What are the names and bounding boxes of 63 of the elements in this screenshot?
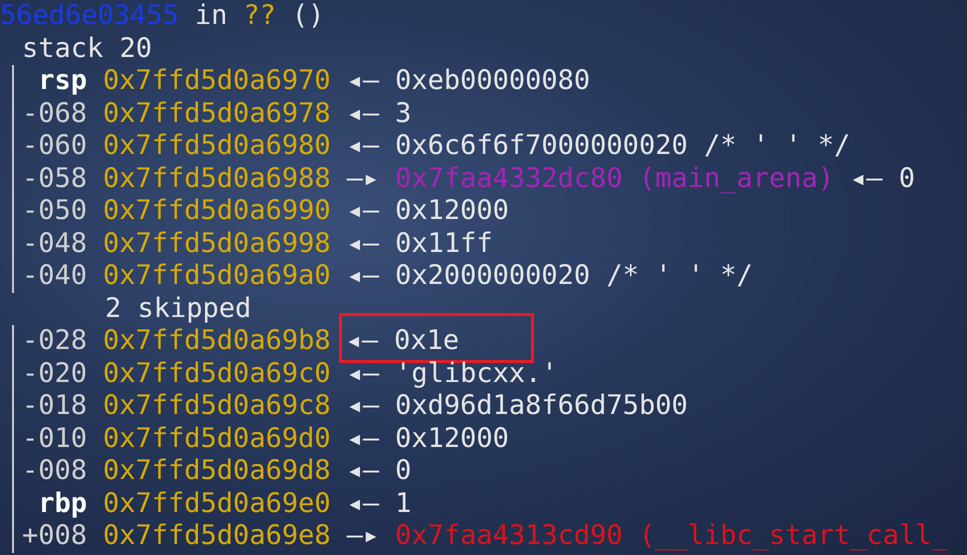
pointer-arrow: ◂—: [346, 358, 380, 390]
stack-value: ◂— 0: [850, 162, 916, 195]
stack-offset: -008: [22, 455, 88, 488]
stack-address: 0x7ffd5d0a69c8: [103, 390, 331, 422]
stack-offset: -060: [22, 130, 88, 162]
stack-value: 0xeb00000080: [395, 65, 590, 98]
stack-offset: -020: [22, 358, 88, 390]
stack-offset: -040: [22, 260, 88, 292]
pointer-arrow: ◂—: [346, 195, 380, 228]
stack-value: 0x6c6f6f7000000020 /* ' ' */: [395, 130, 850, 162]
stack-value: 0x12000: [395, 195, 509, 228]
stack-address: 0x7ffd5d0a69d0: [103, 422, 331, 455]
stack-address: 0x7ffd5d0a6978: [103, 98, 331, 130]
stack-address: 0x7ffd5d0a69e0: [103, 488, 331, 520]
stack-value: 0x2000000020 /* ' ' */: [395, 260, 753, 292]
stack-address: 0x7ffd5d0a69e8: [103, 520, 331, 552]
stack-address: 0x7ffd5d0a6980: [103, 130, 331, 162]
frame-text: in: [194, 0, 228, 32]
pointer-arrow: ◂—: [346, 422, 380, 455]
skipped-note: 2 skipped: [105, 292, 252, 325]
stack-address: 0x7ffd5d0a6988: [103, 162, 331, 195]
stack-offset: -058: [22, 162, 88, 195]
stack-offset: -018: [22, 390, 88, 422]
pointer-arrow: ◂—: [346, 390, 380, 422]
stack-value: 0x7faa4332dc80 (main_arena): [395, 162, 834, 195]
stack-address: 0x7ffd5d0a6970: [103, 65, 331, 98]
stack-offset: -048: [22, 228, 88, 260]
stack-offset: rbp: [37, 488, 88, 520]
stack-address: 0x7ffd5d0a6998: [103, 228, 331, 260]
stack-value: 'glibcxx.': [395, 358, 558, 390]
pointer-arrow: —▸: [346, 520, 380, 552]
stack-value: 1: [395, 488, 412, 520]
stack-offset: +008: [22, 520, 88, 552]
stack-value: 3: [395, 98, 412, 130]
stack-value: 0x7faa4313cd90 (__libc_start_call_: [395, 520, 948, 552]
frame-text: 56ed6e03455: [0, 0, 179, 32]
stack-value: 0x12000: [395, 422, 509, 455]
stack-address: 0x7ffd5d0a6990: [103, 195, 331, 228]
frame-text: ??: [243, 0, 276, 32]
frame-text: (): [292, 0, 324, 32]
stack-offset: rsp: [37, 65, 88, 98]
stack-address: 0x7ffd5d0a69b8: [103, 325, 331, 358]
stack-offset: -068: [22, 98, 88, 130]
pointer-arrow: —▸: [346, 162, 380, 195]
pointer-arrow: ◂—: [346, 98, 380, 130]
pointer-arrow: ◂—: [346, 65, 380, 98]
stack-value: 0: [395, 455, 412, 488]
section-title: stack 20: [22, 32, 152, 65]
stack-address: 0x7ffd5d0a69a0: [103, 260, 331, 292]
stack-offset: -050: [22, 195, 88, 228]
pointer-arrow: ◂—: [346, 455, 380, 488]
stack-value: 0x11ff: [395, 228, 493, 260]
stack-offset: -028: [22, 325, 88, 358]
pointer-arrow: ◂—: [346, 260, 380, 292]
stack-value: 0x1e: [394, 325, 460, 358]
stack-address: 0x7ffd5d0a69c0: [103, 358, 331, 390]
pointer-arrow: ◂—: [346, 488, 380, 520]
stack-value: 0xd96d1a8f66d75b00: [395, 390, 688, 422]
pointer-arrow: ◂—: [346, 228, 380, 260]
pointer-arrow: ◂—: [346, 130, 380, 162]
stack-address: 0x7ffd5d0a69d8: [103, 455, 331, 488]
pointer-arrow: ◂—: [346, 325, 378, 358]
stack-offset: -010: [22, 422, 88, 455]
